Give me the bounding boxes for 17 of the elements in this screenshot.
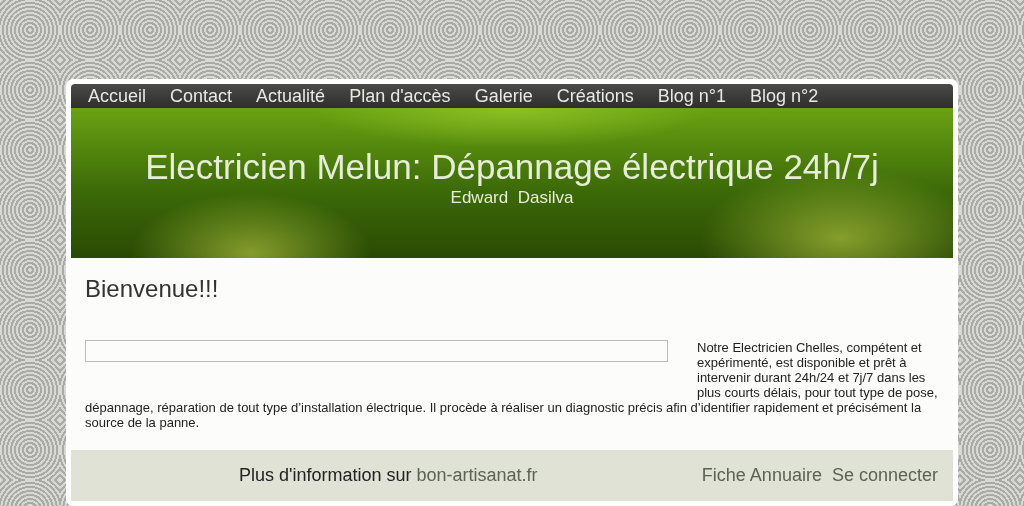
- nav-link[interactable]: Accueil: [88, 84, 147, 108]
- nav-link[interactable]: Créations: [556, 84, 634, 108]
- info-text: Plus d'information sur: [239, 465, 412, 486]
- nav-link[interactable]: Galerie: [474, 84, 533, 108]
- nav-link[interactable]: Actualité: [256, 84, 326, 108]
- website-link[interactable]: bon-artisanat.fr: [416, 465, 538, 486]
- nav-link[interactable]: Contact: [170, 84, 233, 108]
- footer-link[interactable]: Se connecter: [831, 465, 938, 486]
- site-subtitle: Edward Dasilva: [449, 188, 575, 208]
- nav-link[interactable]: Plan d'accès: [349, 84, 451, 108]
- site-title: Electricien Melun: Dépannage électrique 24h/7j: [144, 146, 880, 188]
- nav-link[interactable]: Blog n°1: [657, 84, 726, 108]
- page-heading: Bienvenue!!!: [85, 275, 220, 303]
- footer-link[interactable]: Fiche Annuaire: [701, 465, 822, 486]
- intro-paragraph: Notre Electricien Chelles, compétent et expérimenté, est disponible et prêt à intervenir durant 24h/24 et 7j/7 dans les plus courts délais, pour tout type de pose,: [697, 340, 939, 400]
- intro-paragraph-continued: dépannage, réparation de tout type d’installation électrique. Il procède à réaliser un diagnostic précis afin d’identifier rapidement et précisément la source de la panne.: [85, 400, 923, 430]
- nav-link[interactable]: Blog n°2: [749, 84, 819, 108]
